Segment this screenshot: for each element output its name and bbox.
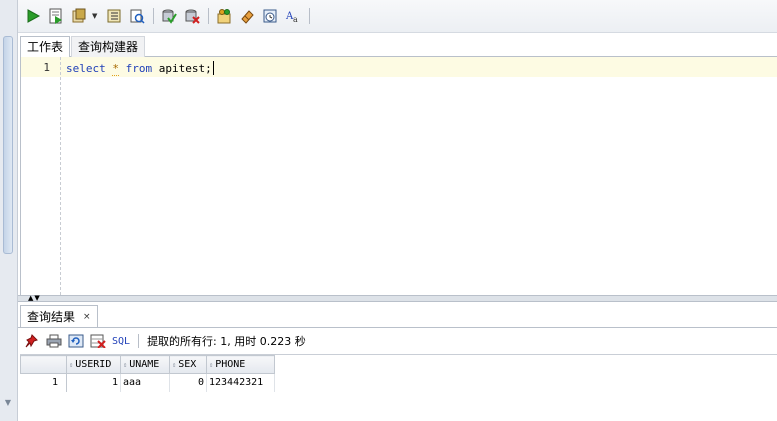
- table-name: apitest;: [158, 62, 212, 75]
- column-header-sex[interactable]: ⇕ SEX: [169, 355, 207, 374]
- result-toolbar: SQL 提取的所有行: 1, 用时 0.223 秒: [20, 329, 777, 353]
- explain-plan-icon: [107, 9, 121, 23]
- column-header-label: PHONE: [215, 359, 246, 370]
- row-header-corner: [20, 355, 67, 374]
- line-number-gutter: 1: [21, 57, 61, 295]
- sort-icon: ⇕: [69, 361, 74, 369]
- format-text-icon: Aa: [285, 11, 298, 24]
- result-toolbar-separator: [138, 334, 140, 348]
- left-scroll-thumb[interactable]: [3, 36, 13, 254]
- cell-sex[interactable]: 0: [169, 373, 207, 392]
- keyword-select: select: [66, 62, 106, 75]
- editor-tabs: 工作表 查询构建器: [20, 36, 777, 57]
- fetch-status: 提取的所有行: 1, 用时 0.223 秒: [147, 335, 306, 348]
- column-header-label: SEX: [178, 359, 197, 370]
- sql-tuning-icon: [130, 9, 145, 24]
- result-table: ⇕ USERID ⇕ UNAME ⇕ SEX ⇕ PHONE 1 1 aaa 0 123…: [20, 355, 275, 392]
- sort-icon: ⇕: [172, 361, 177, 369]
- pane-splitter[interactable]: ▲▼: [18, 294, 777, 302]
- format-button[interactable]: Aa: [283, 6, 303, 26]
- pin-icon: [25, 334, 38, 348]
- worksheet-toolbar: ▼ Aa: [18, 0, 777, 33]
- run-script-button[interactable]: [46, 6, 66, 26]
- result-tabs: 查询结果 ×: [20, 305, 98, 327]
- eraser-icon: [241, 10, 254, 24]
- freeze-view-button[interactable]: [22, 332, 42, 350]
- row-number[interactable]: 1: [20, 373, 67, 392]
- tab-query-builder[interactable]: 查询构建器: [71, 36, 146, 57]
- line-number: 1: [43, 61, 50, 74]
- sql-editor[interactable]: 1 select * from apitest;: [20, 57, 777, 295]
- toolbar-separator: [208, 8, 209, 24]
- autotrace-dropdown-icon[interactable]: ▼: [92, 12, 100, 20]
- left-scroll-down-icon[interactable]: ▼: [3, 398, 13, 408]
- explain-plan-button[interactable]: [104, 6, 124, 26]
- sort-icon: ⇕: [123, 361, 128, 369]
- sql-history-button[interactable]: [260, 6, 280, 26]
- column-header-uname[interactable]: ⇕ UNAME: [120, 355, 170, 374]
- column-header-phone[interactable]: ⇕ PHONE: [206, 355, 275, 374]
- text-caret: [212, 61, 214, 75]
- tab-query-result-label: 查询结果: [27, 309, 76, 324]
- run-icon: [27, 9, 41, 23]
- unshared-sql-button[interactable]: [214, 6, 234, 26]
- clear-button[interactable]: [237, 6, 257, 26]
- commit-button[interactable]: [159, 6, 179, 26]
- toolbar-separator: [153, 8, 154, 24]
- select-star: *: [112, 62, 119, 76]
- table-row[interactable]: 1 1 aaa 0 123442321: [20, 373, 275, 392]
- tab-query-result[interactable]: 查询结果 ×: [20, 305, 98, 327]
- print-icon: [46, 334, 62, 348]
- column-header-userid[interactable]: ⇕ USERID: [66, 355, 121, 374]
- result-grid: ⇕ USERID ⇕ UNAME ⇕ SEX ⇕ PHONE 1 1 aaa 0 123…: [20, 354, 777, 421]
- cell-phone[interactable]: 123442321: [206, 373, 275, 392]
- run-script-icon: [49, 8, 62, 24]
- svg-text:a: a: [293, 15, 298, 24]
- history-icon: [263, 9, 277, 23]
- sql-tuning-button[interactable]: [127, 6, 147, 26]
- sort-icon: ⇕: [209, 361, 214, 369]
- unshared-sql-icon: [217, 9, 231, 24]
- refresh-button[interactable]: [66, 332, 86, 350]
- tab-worksheet[interactable]: 工作表: [20, 36, 71, 57]
- commit-icon: [162, 9, 177, 24]
- autotrace-button[interactable]: [69, 6, 89, 26]
- window-left-strip: ▼: [0, 0, 18, 421]
- cancel-query-button[interactable]: [88, 332, 108, 350]
- cancel-grid-icon: [90, 334, 106, 348]
- refresh-icon: [68, 334, 84, 348]
- rollback-icon: [185, 9, 200, 24]
- column-header-label: USERID: [75, 359, 112, 370]
- sql-link[interactable]: SQL: [112, 336, 130, 347]
- toolbar-separator: [309, 8, 310, 24]
- run-statement-button[interactable]: [23, 6, 43, 26]
- sql-code-line[interactable]: select * from apitest;: [66, 61, 214, 76]
- print-button[interactable]: [44, 332, 64, 350]
- column-header-label: UNAME: [129, 359, 160, 370]
- cell-uname[interactable]: aaa: [120, 373, 170, 392]
- keyword-from: from: [125, 62, 153, 75]
- result-tab-divider: [18, 327, 777, 328]
- cell-userid[interactable]: 1: [66, 373, 121, 392]
- close-tab-icon[interactable]: ×: [83, 306, 91, 328]
- splitter-collapse-icon[interactable]: ▲▼: [28, 294, 41, 302]
- rollback-button[interactable]: [182, 6, 202, 26]
- sql-worksheet: ▼ Aa 工作表 查询构建器 1 select * from apitest; …: [18, 0, 777, 421]
- autotrace-icon: [72, 8, 86, 23]
